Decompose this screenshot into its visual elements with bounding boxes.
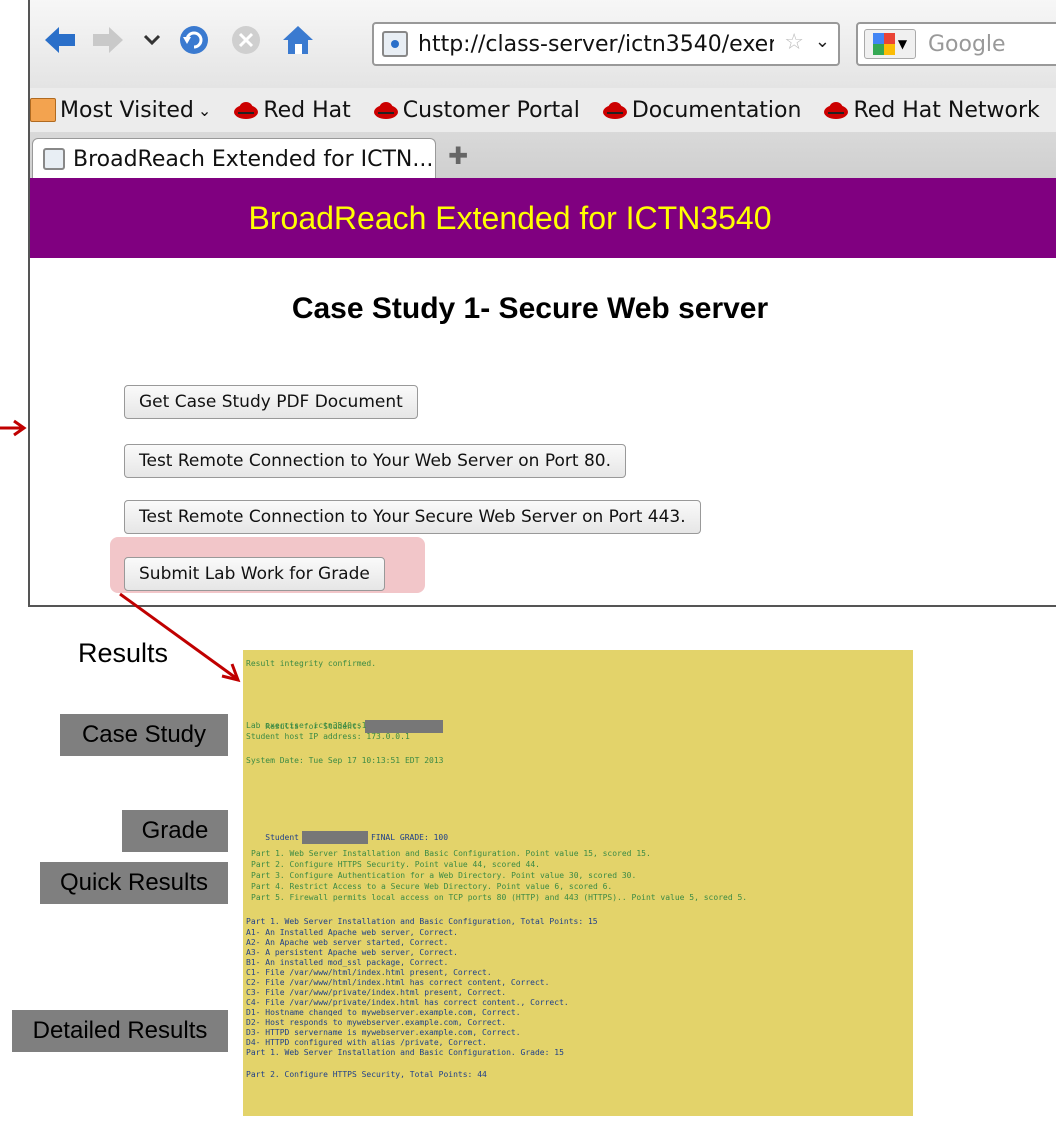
folder-icon xyxy=(30,98,56,122)
url-text[interactable]: http://class-server/ictn3540/exerc xyxy=(418,32,774,57)
bookmark-label: Red Hat Network xyxy=(853,97,1040,123)
bookmark-red-hat[interactable]: Red Hat xyxy=(233,97,351,123)
page-heading: Case Study 1- Secure Web server xyxy=(291,292,769,325)
browser-window: http://class-server/ictn3540/exerc ☆ ⌄ ▼… xyxy=(28,0,1056,607)
results-label: Results xyxy=(78,638,169,668)
url-dropdown-icon[interactable]: ⌄ xyxy=(815,31,830,52)
bookmark-documentation[interactable]: Documentation xyxy=(602,97,802,123)
detail-line: D4- HTTPD configured with alias /private… xyxy=(246,1038,487,1047)
detail-line: C2- File /var/www/html/index.html has co… xyxy=(246,978,550,987)
detail-line: D3- HTTPD servername is mywebserver.exam… xyxy=(246,1028,521,1037)
history-dropdown-icon[interactable] xyxy=(134,22,170,58)
redhat-icon xyxy=(373,102,398,119)
bookmark-label: Red Hat xyxy=(263,97,351,123)
reload-icon[interactable] xyxy=(176,22,212,58)
redhat-icon xyxy=(824,102,849,119)
redhat-icon xyxy=(602,102,627,119)
chevron-down-icon: ⌄ xyxy=(197,100,212,120)
search-bar[interactable]: ▼ Google xyxy=(856,22,1056,66)
bookmarks-toolbar: Most Visited ⌄ Red Hat Customer Portal D… xyxy=(30,88,1056,132)
bookmark-label: Documentation xyxy=(631,97,802,123)
detail-line: Part 1. Web Server Installation and Basi… xyxy=(246,1048,564,1057)
lab-exercise-line: Lab exercise: ictn3540cs1 xyxy=(246,721,367,730)
search-engine-selector[interactable]: ▼ xyxy=(864,29,916,59)
quick-result-line: Part 3. Configure Authentication for a W… xyxy=(251,871,637,880)
quick-result-line: Part 1. Web Server Installation and Basi… xyxy=(251,849,651,858)
tab-title: BroadReach Extended for ICTN... xyxy=(73,146,434,172)
bookmark-red-hat-network[interactable]: Red Hat Network xyxy=(823,97,1040,123)
left-pointer-arrow-icon xyxy=(0,419,27,437)
detail-line: A3- A persistent Apache web server, Corr… xyxy=(246,948,458,957)
test-port-80-button[interactable]: Test Remote Connection to Your Web Serve… xyxy=(124,444,626,478)
quick-result-line: Part 4. Restrict Access to a Secure Web … xyxy=(251,882,613,891)
detail-line: Part 1. Web Server Installation and Basi… xyxy=(246,917,598,926)
quick-result-line: Part 2. Configure HTTPS Security. Point … xyxy=(251,860,540,869)
grade-text: FINAL GRADE: 100 xyxy=(370,832,449,842)
results-panel: Result integrity confirmed. Results for … xyxy=(243,650,913,1016)
home-icon[interactable] xyxy=(280,22,316,58)
detail-line: Part 2. Configure HTTPS Security, Total … xyxy=(246,1070,487,1079)
google-logo-icon xyxy=(872,33,895,55)
new-tab-plus-icon[interactable]: ✚ xyxy=(448,142,468,170)
chevron-down-icon: ▼ xyxy=(897,37,908,51)
quick-results-label: Quick Results xyxy=(40,862,228,904)
stop-icon[interactable] xyxy=(228,22,264,58)
system-date-line: System Date: Tue Sep 17 10:13:51 EDT 201… xyxy=(246,756,444,765)
quick-result-line: Part 5. Firewall permits local access on… xyxy=(251,893,748,902)
case-study-label: Case Study xyxy=(60,714,228,756)
detailed-results-label: Detailed Results xyxy=(12,1010,228,1052)
bookmark-label: Most Visited xyxy=(60,97,194,123)
bookmark-most-visited[interactable]: Most Visited ⌄ xyxy=(30,98,211,123)
navigation-toolbar: http://class-server/ictn3540/exerc ☆ ⌄ ▼… xyxy=(30,0,1056,88)
redhat-icon xyxy=(234,102,259,119)
get-pdf-button[interactable]: Get Case Study PDF Document xyxy=(124,385,418,419)
detail-line: C3- File /var/www/private/index.html pre… xyxy=(246,988,507,997)
back-arrow-icon[interactable] xyxy=(42,22,78,58)
submit-lab-button[interactable]: Submit Lab Work for Grade xyxy=(124,557,385,591)
site-title: BroadReach Extended for ICTN3540 xyxy=(248,199,772,236)
detail-line: B1- An installed mod_ssl package, Correc… xyxy=(246,958,449,967)
grade-prefix: Student xyxy=(265,832,299,842)
detail-line: D2- Host responds to mywebserver.example… xyxy=(246,1018,507,1027)
grade-label: Grade xyxy=(122,810,228,852)
page-identity-icon[interactable] xyxy=(382,31,408,57)
bookmark-label: Customer Portal xyxy=(402,97,580,123)
detail-line: A2- An Apache web server started, Correc… xyxy=(246,938,449,947)
tab-broadreach[interactable]: BroadReach Extended for ICTN... xyxy=(32,138,436,179)
site-header: BroadReach Extended for ICTN3540 xyxy=(30,178,1056,258)
detail-line: C1- File /var/www/html/index.html presen… xyxy=(246,968,492,977)
results-panel-continued: D2- Host responds to mywebserver.example… xyxy=(243,1016,913,1116)
redacted-student-name xyxy=(364,719,443,733)
host-ip-line: Student host IP address: 173.0.0.1 xyxy=(246,732,410,741)
forward-arrow-icon[interactable] xyxy=(90,22,126,58)
bookmark-customer-portal[interactable]: Customer Portal xyxy=(373,98,580,123)
search-input[interactable]: Google xyxy=(928,32,1006,57)
integrity-line: Result integrity confirmed. xyxy=(246,659,377,668)
redacted-student-name xyxy=(301,830,368,844)
detail-line: D1- Hostname changed to mywebserver.exam… xyxy=(246,1008,521,1016)
test-port-443-button[interactable]: Test Remote Connection to Your Secure We… xyxy=(124,500,701,534)
tab-strip: BroadReach Extended for ICTN... ✚ ⌄ xyxy=(30,132,1056,179)
bookmark-star-icon[interactable]: ☆ xyxy=(784,30,804,55)
address-bar[interactable]: http://class-server/ictn3540/exerc ☆ ⌄ xyxy=(372,22,840,66)
detail-line: A1- An Installed Apache web server, Corr… xyxy=(246,928,458,937)
detail-line: C4- File /var/www/private/index.html has… xyxy=(246,998,569,1007)
page-icon xyxy=(43,148,65,170)
